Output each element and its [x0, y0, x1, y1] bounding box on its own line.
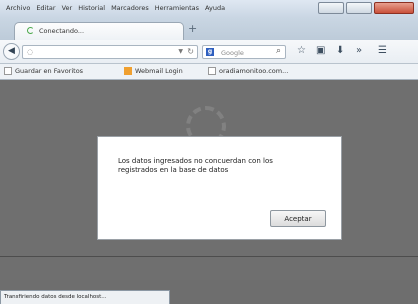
window-controls [318, 2, 414, 14]
browser-tab[interactable]: Conectando... [14, 22, 184, 40]
loading-icon [27, 27, 34, 34]
menu-archivo[interactable]: Archivo [6, 4, 30, 12]
back-arrow-icon: ◀ [8, 46, 15, 56]
accept-button[interactable]: Aceptar [270, 210, 326, 227]
menu-ver[interactable]: Ver [62, 4, 73, 12]
reload-icon[interactable]: ↻ [187, 47, 194, 56]
menu-bar: Archivo Editar Ver Historial Marcadores … [0, 0, 418, 18]
close-window-button[interactable] [374, 2, 414, 14]
site-identity-icon[interactable]: ◌ [27, 48, 33, 56]
search-icon[interactable]: ⌕ [276, 46, 281, 56]
tab-title: Conectando... [39, 27, 85, 35]
alert-dialog: Los datos ingresados no concuerdan con l… [97, 136, 342, 240]
status-text: Transfiriendo datos desde localhost... [4, 294, 107, 300]
tab-strip: Conectando... + [0, 18, 418, 40]
menu-historial[interactable]: Historial [78, 4, 105, 12]
alert-message: Los datos ingresados no concuerdan con l… [118, 157, 273, 174]
search-bar[interactable]: g Google ⌕ [202, 45, 286, 59]
bookmark-label: oradiamonitoo.com... [219, 67, 289, 75]
bookmark-label: Webmail Login [135, 67, 183, 75]
status-bar: Transfiriendo datos desde localhost... [0, 290, 170, 304]
bookmark-item[interactable]: Webmail Login [124, 67, 183, 75]
webmail-icon [124, 67, 132, 75]
minimize-button[interactable] [318, 2, 344, 14]
bookmark-item[interactable]: oradiamonitoo.com... [208, 67, 288, 75]
page-icon [208, 67, 216, 75]
back-button[interactable]: ◀ [3, 43, 20, 60]
navigation-bar: ◀ ◌ ▼ ↻ g Google ⌕ ☆ ▣ ⬇ » ☰ [0, 40, 418, 64]
url-dropdown-icon[interactable]: ▼ [178, 48, 183, 55]
menu-editar[interactable]: Editar [36, 4, 55, 12]
bookmark-label: Guardar en Favoritos [15, 67, 84, 75]
divider [0, 256, 418, 257]
menu-ayuda[interactable]: Ayuda [205, 4, 225, 12]
bookmarks-toolbar: Guardar en Favoritos Webmail Login oradi… [0, 64, 418, 80]
download-icon[interactable]: ⬇ [336, 44, 344, 58]
google-engine-icon[interactable]: g [206, 48, 214, 56]
url-bar[interactable]: ◌ ▼ ↻ [22, 45, 198, 59]
maximize-button[interactable] [346, 2, 372, 14]
page-icon [4, 67, 12, 75]
search-placeholder: Google [221, 49, 244, 57]
new-tab-icon[interactable]: + [188, 23, 197, 34]
overflow-chevron-icon[interactable]: » [356, 44, 362, 58]
page-content: Los datos ingresados no concuerdan con l… [0, 80, 418, 280]
bookmarks-menu-icon[interactable]: ▣ [316, 44, 325, 58]
menu-herramientas[interactable]: Herramientas [155, 4, 199, 12]
menu-marcadores[interactable]: Marcadores [111, 4, 149, 12]
bookmark-item[interactable]: Guardar en Favoritos [4, 67, 83, 75]
bookmark-star-icon[interactable]: ☆ [297, 44, 306, 58]
menu-icon[interactable]: ☰ [378, 44, 387, 58]
menu-items: Archivo Editar Ver Historial Marcadores … [6, 4, 225, 12]
